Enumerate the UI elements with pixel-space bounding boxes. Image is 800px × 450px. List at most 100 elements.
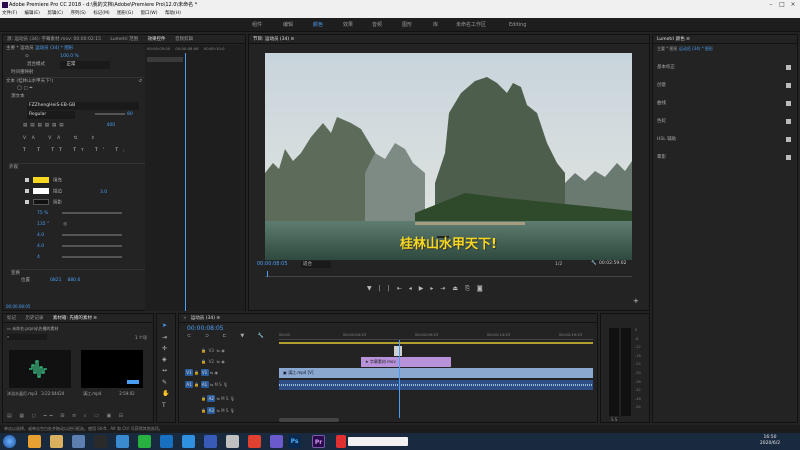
ec-shadow-distance[interactable]: 4.0 bbox=[37, 233, 44, 238]
eye-icon[interactable]: ◉ bbox=[221, 348, 225, 353]
taskbar-app-icon[interactable] bbox=[182, 435, 195, 448]
tab-lumetri-color[interactable]: Lumetri 颜色 ≡ bbox=[657, 37, 690, 42]
close-sequence-icon[interactable]: × bbox=[183, 316, 187, 321]
lumetri-section-color-wheels[interactable]: 色轮 bbox=[657, 117, 795, 126]
type-tool-icon[interactable]: T bbox=[162, 402, 166, 409]
tab-bin[interactable]: 素材箱: 先播的素材 ≡ bbox=[53, 316, 97, 321]
track-target[interactable]: A2 bbox=[207, 395, 216, 402]
stroke-color-swatch[interactable] bbox=[33, 188, 49, 194]
program-scrub-bar[interactable] bbox=[265, 271, 632, 277]
timeline-zoom-scrollbar[interactable] bbox=[279, 418, 339, 422]
ec-shadow-size[interactable]: 4.0 bbox=[37, 244, 44, 249]
mark-out-icon[interactable]: | bbox=[388, 285, 397, 292]
workspace-tab-graphics[interactable]: 图形 bbox=[402, 18, 412, 32]
track-target[interactable]: V2 bbox=[207, 358, 215, 365]
meter-solo-buttons[interactable]: S S bbox=[611, 417, 617, 422]
bin-search-input[interactable]: ⌕ bbox=[7, 334, 47, 340]
ec-source-text[interactable]: 源文本 bbox=[11, 94, 25, 99]
menu-clip[interactable]: 剪辑(C) bbox=[47, 11, 63, 16]
workspace-tab-color[interactable]: 颜色 bbox=[313, 18, 323, 32]
workspace-tab-editing[interactable]: 编辑 bbox=[283, 18, 293, 32]
workspace-tab-libraries[interactable]: 库 bbox=[433, 18, 438, 32]
mic-icon[interactable]: 🎙 bbox=[230, 408, 235, 413]
eye-icon[interactable]: ◉ bbox=[221, 359, 225, 364]
play-icon[interactable]: ▶ bbox=[419, 285, 431, 292]
menu-help[interactable]: 帮助(H) bbox=[165, 11, 181, 16]
track-select-tool-icon[interactable]: ⇥ bbox=[162, 334, 167, 341]
program-video-frame[interactable]: 桂林山水甲天下! bbox=[265, 53, 632, 260]
ellipse-mask-icon[interactable]: ◯ bbox=[17, 85, 22, 93]
ec-time-remap[interactable]: 时间重映射 bbox=[11, 70, 34, 75]
lock-icon[interactable]: 🔒 bbox=[201, 359, 206, 364]
sync-icon[interactable]: ⇆ bbox=[217, 359, 220, 364]
text-style-buttons[interactable]: T T TT Tт T' T, bbox=[23, 148, 130, 153]
tab-source[interactable]: 源: 运动员 (34): 字幕素材.mov: 00:00:02:15 bbox=[7, 37, 101, 42]
lock-icon[interactable]: 🔒 bbox=[194, 382, 199, 387]
ec-shadow-blur[interactable]: 4 bbox=[37, 255, 40, 260]
menu-sequence[interactable]: 序列(S) bbox=[70, 11, 85, 16]
lumetri-section-creative[interactable]: 创意 bbox=[657, 81, 795, 90]
align-buttons-icon[interactable]: ▤▤▤▤▤▤ bbox=[23, 123, 67, 128]
menu-graphics[interactable]: 图形(G) bbox=[117, 11, 133, 16]
razor-tool-icon[interactable]: ◈ bbox=[162, 356, 167, 363]
kerning-icons[interactable]: VA VA ⇅ ⇕ bbox=[23, 136, 101, 141]
clip-graphic[interactable]: ★ 字幕素材.mov bbox=[361, 357, 451, 367]
tab-markers[interactable]: 标记 bbox=[7, 316, 16, 321]
ripple-edit-tool-icon[interactable]: ✢ bbox=[162, 345, 167, 352]
bin-item-name[interactable]: 漓江.mp4 bbox=[83, 391, 101, 396]
menu-edit[interactable]: 编辑(E) bbox=[25, 11, 40, 16]
sync-icon[interactable]: ⇆ bbox=[217, 396, 220, 401]
ec-position-x[interactable]: 0821 bbox=[50, 278, 61, 283]
menu-window[interactable]: 窗口(W) bbox=[141, 11, 158, 16]
tab-effect-controls[interactable]: 效果控件 bbox=[148, 37, 166, 42]
ec-path-right[interactable]: 运动员 (34) * 图形 bbox=[35, 46, 73, 51]
shadow-checkbox[interactable] bbox=[25, 199, 29, 204]
track-target[interactable]: A1 bbox=[200, 381, 209, 388]
program-fit-dropdown[interactable]: 适合 bbox=[301, 261, 331, 268]
taskbar-app-icon[interactable] bbox=[28, 435, 41, 448]
ec-text-layer[interactable]: 文本 (桂林山水甲天下!) bbox=[6, 79, 53, 84]
mic-icon[interactable]: 🎙 bbox=[223, 382, 228, 387]
timeline-playhead[interactable] bbox=[399, 340, 400, 418]
workspace-tab-assembly[interactable]: 组件 bbox=[252, 18, 262, 32]
clip-video[interactable]: ▣ 漓江.mp4 [V] bbox=[279, 368, 593, 378]
bin-item-name[interactable]: 沐浴水晶灯.mp3 bbox=[7, 391, 37, 396]
ec-current-time[interactable]: 00:00:08:05 bbox=[6, 304, 30, 309]
program-quality-dropdown[interactable]: 1/2 bbox=[555, 261, 575, 268]
step-back-icon[interactable]: ◂ bbox=[409, 285, 419, 292]
bin-thumb-video[interactable] bbox=[81, 350, 143, 388]
shadow-blur-slider[interactable] bbox=[61, 255, 122, 258]
ec-font-dropdown[interactable]: FZZhengHeiS-EB-GB bbox=[27, 102, 139, 110]
mic-icon[interactable]: 🎙 bbox=[230, 396, 235, 401]
input-method-bar[interactable] bbox=[348, 437, 408, 446]
workspace-tab-editing-en[interactable]: Editing bbox=[509, 18, 526, 32]
source-patch-v1[interactable]: V1 bbox=[185, 369, 193, 376]
tab-history[interactable]: 历史记录 bbox=[25, 316, 43, 321]
clip-audio[interactable] bbox=[279, 380, 593, 390]
ec-font-size-value[interactable]: 80 bbox=[127, 112, 133, 117]
taskbar-ime-icon[interactable] bbox=[336, 435, 346, 448]
ec-playhead[interactable] bbox=[185, 53, 186, 311]
camera-icon[interactable]: ◙ bbox=[477, 285, 490, 292]
mark-in-icon[interactable]: | bbox=[379, 285, 388, 292]
lumetri-section-checkbox[interactable] bbox=[786, 65, 791, 70]
lumetri-path-right[interactable]: 运动员 (34) * 图形 bbox=[679, 46, 713, 51]
go-to-in-icon[interactable]: ⇤ bbox=[397, 285, 409, 292]
ec-transform[interactable]: 变换 bbox=[11, 271, 20, 276]
ec-font-style-dropdown[interactable]: Regular bbox=[27, 111, 75, 119]
menu-marker[interactable]: 标记(M) bbox=[93, 11, 109, 16]
timeline-sequence-tab[interactable]: 运动员 (34) ≡ bbox=[191, 316, 220, 321]
source-patch-a1[interactable]: A1 bbox=[185, 381, 193, 388]
ec-tracking-value[interactable]: 400 bbox=[107, 123, 116, 128]
start-button-icon[interactable] bbox=[3, 435, 16, 448]
taskbar-qq-icon[interactable] bbox=[94, 435, 107, 448]
workspace-tab-effects[interactable]: 效果 bbox=[343, 18, 353, 32]
pen-mask-icon[interactable]: ✒ bbox=[29, 85, 33, 93]
tab-audio-clip-mixer[interactable]: 音频剪辑 bbox=[175, 37, 193, 42]
tab-lumetri-scopes[interactable]: Lumetri 范围 bbox=[110, 37, 138, 42]
taskbar-photoshop-icon[interactable]: Ps bbox=[288, 435, 301, 448]
eye-icon[interactable]: ◉ bbox=[214, 370, 218, 375]
lock-icon[interactable]: 🔒 bbox=[194, 370, 199, 375]
lock-icon[interactable]: 🔒 bbox=[201, 408, 206, 413]
ec-shadow-opacity[interactable]: 75 % bbox=[37, 211, 48, 216]
